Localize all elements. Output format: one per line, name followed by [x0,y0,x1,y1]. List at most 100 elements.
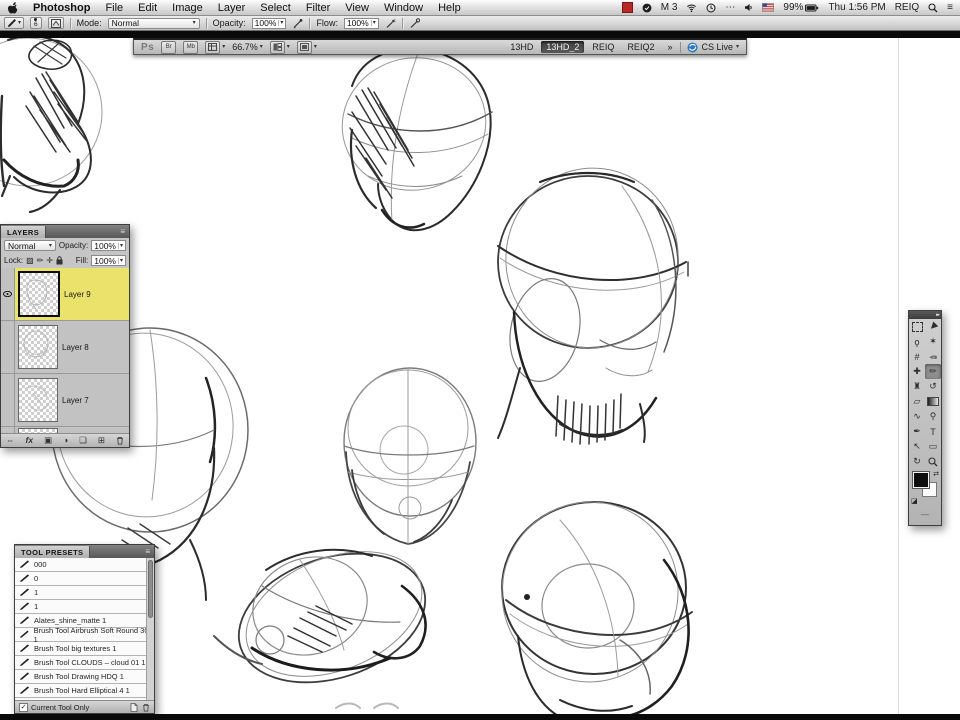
visibility-toggle[interactable] [1,374,15,426]
record-indicator-icon[interactable] [622,2,633,13]
tool-preset-picker[interactable]: ▾ [4,17,24,29]
spotlight-search-icon[interactable] [928,3,938,13]
eyedropper-tool[interactable]: ✎ [925,349,941,364]
keyboard-flag-icon[interactable] [762,3,774,12]
menu-select[interactable]: Select [260,2,291,14]
screen-mode-button[interactable]: ▾ [297,41,317,54]
menu-edit[interactable]: Edit [138,2,157,14]
opacity-input[interactable]: 100% ▾ [252,18,287,29]
preset-item[interactable]: Brush Tool CLOUDS – cloud 01 1 [15,656,154,670]
history-brush-tool[interactable]: ↺ [925,379,941,394]
zoom-level-control[interactable]: 66.7% ▾ [232,42,263,52]
delete-preset-icon[interactable] [142,703,150,712]
smudge-tool[interactable]: ∿ [909,409,925,424]
zoom-tool[interactable] [925,454,941,469]
layer-name[interactable]: Layer 9 [64,290,91,299]
view-extras-button[interactable]: ▾ [205,41,225,54]
menu-view[interactable]: View [345,2,369,14]
cs-live-button[interactable]: CS Live ▾ [680,42,739,53]
volume-icon[interactable] [744,3,753,12]
menu-window[interactable]: Window [384,2,423,14]
battery-status[interactable]: 99% [783,2,819,13]
tool-presets-tab[interactable]: TOOL PRESETS [15,546,90,558]
rotate-view-tool[interactable]: ↻ [909,454,925,469]
layer-blend-mode-select[interactable]: Normal ▾ [4,240,56,251]
scrollbar-thumb[interactable] [148,560,153,618]
launch-minibridge-button[interactable]: Mb [183,41,198,54]
foreground-color-swatch[interactable] [913,472,929,488]
layer-row-8[interactable]: Layer 8 [1,321,129,374]
presets-scrollbar[interactable] [146,558,154,700]
lock-transparency-icon[interactable]: ▨ [26,256,34,265]
app-extra-icon[interactable]: M 3 [661,2,678,13]
new-preset-icon[interactable] [130,703,138,712]
layer-row-7[interactable]: Layer 7 [1,374,129,427]
adjustment-layer-icon[interactable]: ◑ [63,436,68,445]
add-mask-icon[interactable]: ▣ [44,436,52,445]
arrange-documents-button[interactable]: ▾ [270,41,290,54]
apple-menu-icon[interactable] [7,1,18,14]
menu-layer[interactable]: Layer [218,2,246,14]
workspace-13hd2-active[interactable]: 13HD_2 [541,41,584,53]
layer-style-icon[interactable]: fx [26,436,34,445]
pressure-opacity-icon[interactable] [292,18,303,29]
shape-tool[interactable]: ▭ [925,439,941,454]
scrub-arrow-icon[interactable]: ▾ [118,243,123,249]
layer-name[interactable]: Layer 7 [62,396,89,405]
workspace-overflow-button[interactable]: » [662,41,677,53]
preset-item[interactable]: Brush Tool Airbrush Soft Round 300 1 [15,628,154,642]
scrub-arrow-icon[interactable]: ▾ [118,258,123,264]
pen-tool[interactable]: ✒ [909,424,925,439]
layer-fill-input[interactable]: 100% ▾ [91,255,126,266]
notification-list-icon[interactable]: ≡ [947,2,953,13]
menu-extra-app[interactable]: REIQ [895,2,919,13]
airbrush-toggle-icon[interactable] [385,18,396,29]
panel-menu-icon[interactable]: ≡ [120,228,129,236]
quick-selection-tool[interactable]: ✶ [925,334,941,349]
preset-item[interactable]: 000 [15,558,154,572]
brush-preset-picker[interactable]: 6 [30,17,42,29]
path-selection-tool[interactable]: ↖ [909,439,925,454]
menu-photoshop[interactable]: Photoshop [33,2,90,14]
lasso-tool[interactable]: ϙ [909,334,925,349]
preset-item[interactable]: 1 [15,586,154,600]
brush-tool-selected[interactable]: ✏ [925,364,941,379]
panel-menu-icon[interactable]: ≡ [145,548,154,556]
chat-status-icon[interactable] [642,3,652,13]
preset-item[interactable]: 0 [15,572,154,586]
type-tool[interactable]: T [925,424,941,439]
gradient-tool[interactable] [925,394,941,409]
layers-tab[interactable]: LAYERS [1,226,46,238]
lock-position-icon[interactable]: ✛ [46,256,53,265]
visibility-toggle[interactable] [1,268,15,320]
new-layer-icon[interactable]: ⊞ [98,436,105,445]
preset-item[interactable]: Brush Tool Drawing HDQ 1 [15,670,154,684]
clock-menu-icon[interactable] [706,3,716,13]
link-layers-icon[interactable]: ⇔ [6,436,15,445]
rect-marquee-tool[interactable] [909,319,925,334]
pressure-size-icon[interactable] [409,18,420,29]
dots-menu-icon[interactable]: ⋯ [725,2,735,13]
workspace-reiq2[interactable]: REIQ2 [622,41,659,53]
clone-stamp-tool[interactable]: ♜ [909,379,925,394]
scrub-arrow-icon[interactable]: ▾ [371,20,376,26]
healing-brush-tool[interactable]: ✚ [909,364,925,379]
lock-all-icon[interactable] [56,256,63,265]
blend-mode-select[interactable]: Normal ▾ [108,18,200,29]
swap-colors-icon[interactable]: ⇄ [933,470,939,478]
menu-image[interactable]: Image [172,2,203,14]
current-tool-only-checkbox[interactable]: ✓ [19,703,28,712]
preset-item[interactable]: 1 [15,600,154,614]
eraser-tool[interactable]: ▱ [909,394,925,409]
layer-thumbnail[interactable] [18,271,60,317]
flow-input[interactable]: 100% ▾ [344,18,379,29]
menu-help[interactable]: Help [438,2,461,14]
scrub-arrow-icon[interactable]: ▾ [278,20,283,26]
wifi-icon[interactable] [686,3,697,12]
workspace-13hd[interactable]: 13HD [505,41,538,53]
toggle-brush-panel-button[interactable] [48,17,64,29]
launch-bridge-button[interactable]: Br [161,41,176,54]
layer-thumbnail[interactable] [18,325,58,369]
visibility-toggle[interactable] [1,321,15,373]
tools-panel-header[interactable]: ▸▸ [909,311,941,319]
